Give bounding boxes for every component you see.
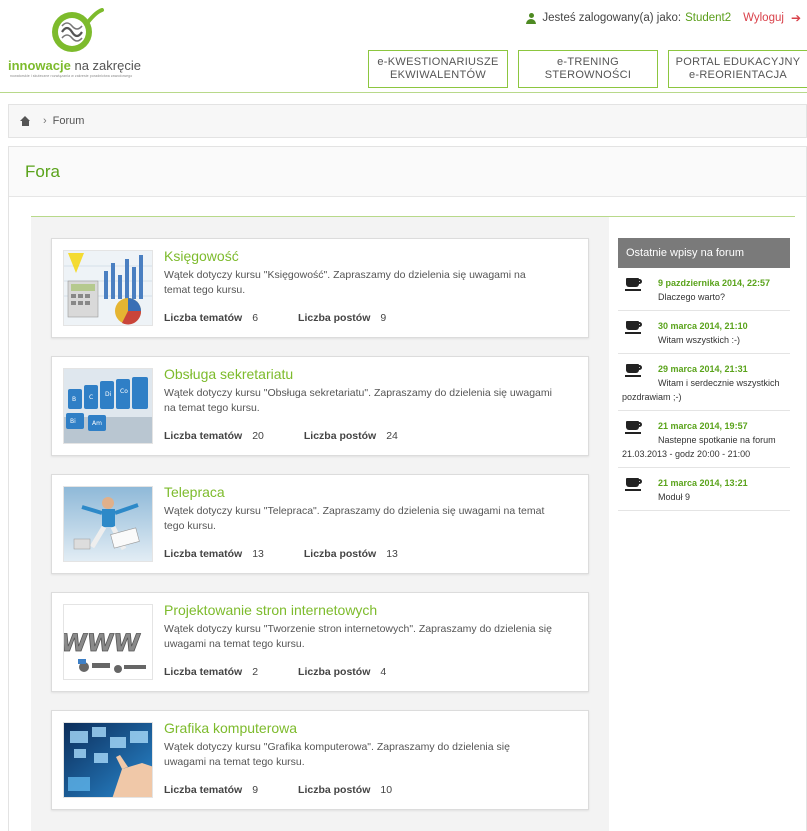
posts-label: Liczba postów (298, 666, 371, 678)
svg-text:C: C (89, 394, 93, 401)
recent-posts-sidebar: Ostatnie wpisy na forum 9 pazdziernika 2… (618, 238, 790, 511)
logo-mark-icon (52, 8, 104, 52)
svg-text:WWW: WWW (64, 629, 142, 657)
forum-thumbnail-projektowanie-stron[interactable]: WWW (63, 604, 153, 680)
recent-post-item[interactable]: 9 pazdziernika 2014, 22:57 Dlaczego wart… (618, 268, 790, 311)
post-text: Nastepne spotkanie na forum 21.03.2013 -… (622, 435, 776, 459)
main-panel: Fora Księgowość Wątek dotyczy kursu "Ksi… (8, 146, 807, 831)
breadcrumb: › Forum (8, 104, 807, 138)
posts-label: Liczba postów (303, 548, 377, 560)
home-icon[interactable] (19, 116, 31, 126)
post-text: Witam wszystkich :-) (658, 335, 740, 345)
breadcrumb-current: Forum (52, 115, 85, 127)
topics-count: 13 (252, 548, 264, 560)
posts-label: Liczba postów (298, 312, 371, 324)
topics-count: 9 (252, 784, 259, 796)
coffee-cup-icon (625, 321, 642, 335)
posts-label: Liczba postów (303, 430, 377, 442)
topics-label: Liczba tematów (164, 666, 243, 678)
posts-count: 24 (386, 430, 398, 442)
post-date[interactable]: 29 marca 2014, 21:31 (622, 362, 788, 376)
post-text: Witam i serdecznie wszystkich pozdrawiam… (622, 378, 780, 402)
forum-stats: Liczba tematów 13 Liczba postów 13 (164, 548, 398, 560)
forum-card-telepraca: Telepraca Wątek dotyczy kursu "Telepraca… (51, 474, 589, 574)
posts-count: 10 (380, 784, 393, 796)
coffee-cup-icon (625, 478, 642, 492)
post-date[interactable]: 30 marca 2014, 21:10 (622, 319, 788, 333)
posts-count: 4 (380, 666, 387, 678)
user-icon (526, 12, 537, 24)
panel-header: Fora (9, 147, 806, 197)
forum-card-obsluga-sekretariatu: B C Di Co Bi Am Obsługa sekretariatu Wątek do… (51, 356, 589, 456)
topics-label: Liczba tematów (164, 430, 243, 442)
forum-stats: Liczba tematów 2 Liczba postów 4 (164, 666, 386, 678)
logo-tagline: nowatorskie i skuteczne rozwiązania w za… (10, 74, 133, 78)
recent-post-item[interactable]: 29 marca 2014, 21:31 Witam i serdecznie … (618, 354, 790, 411)
svg-text:Am: Am (92, 420, 102, 427)
user-bar: Jesteś zalogowany(a) jako: Student2 Wylo… (526, 11, 801, 25)
forum-description: Wątek dotyczy kursu "Obsługa sekretariat… (164, 387, 552, 414)
user-name-link[interactable]: Student2 (685, 12, 731, 24)
forum-title-link[interactable]: Telepraca (164, 484, 225, 500)
header-divider (0, 92, 807, 93)
recent-post-item[interactable]: 21 marca 2014, 13:21 Moduł 9 (618, 468, 790, 511)
site-logo[interactable]: innowacje na zakręcie nowatorskie i skut… (8, 8, 148, 78)
forum-description: Wątek dotyczy kursu "Grafika komputerowa… (164, 741, 510, 768)
forum-description: Wątek dotyczy kursu "Telepraca". Zaprasz… (164, 505, 545, 532)
forum-thumbnail-ksiegowosc[interactable] (63, 250, 153, 326)
topics-count: 2 (252, 666, 259, 678)
svg-text:Di: Di (105, 391, 112, 398)
posts-count: 9 (380, 312, 387, 324)
sidebar-title: Ostatnie wpisy na forum (618, 238, 790, 268)
page-title: Fora (25, 162, 60, 181)
topics-count: 6 (252, 312, 259, 324)
topics-label: Liczba tematów (164, 548, 243, 560)
forum-thumbnail-obsluga-sekretariatu[interactable]: B C Di Co Bi Am (63, 368, 153, 444)
top-nav: e-KWESTIONARIUSZE EKWIWALENTÓW e-TRENING S… (368, 50, 807, 88)
svg-text:B: B (72, 396, 76, 403)
forum-card-projektowanie-stron: WWW Projektowanie stron internetowych Wą… (51, 592, 589, 692)
site-header: innowacje na zakręcie nowatorskie i skut… (0, 0, 807, 94)
breadcrumb-separator: › (43, 115, 47, 127)
posts-count: 13 (386, 548, 398, 560)
posts-label: Liczba postów (298, 784, 371, 796)
logo-text: innowacje na zakręcie (8, 58, 141, 73)
topics-count: 20 (252, 430, 264, 442)
recent-post-item[interactable]: 30 marca 2014, 21:10 Witam wszystkich :-… (618, 311, 790, 354)
post-text: Moduł 9 (658, 492, 691, 502)
coffee-cup-icon (625, 364, 642, 378)
forum-stats: Liczba tematów 20 Liczba postów 24 (164, 430, 398, 442)
forum-card-grafika-komputerowa: Grafika komputerowa Wątek dotyczy kursu … (51, 710, 589, 810)
coffee-cup-icon (625, 278, 642, 292)
forum-stats: Liczba tematów 6 Liczba postów 9 (164, 312, 386, 324)
forum-title-link[interactable]: Księgowość (164, 248, 239, 264)
topics-label: Liczba tematów (164, 784, 243, 796)
forum-description: Wątek dotyczy kursu "Księgowość". Zapras… (164, 269, 526, 296)
svg-text:Co: Co (120, 388, 128, 395)
nav-e-trening[interactable]: e-TRENING STEROWNOŚCI (518, 50, 658, 88)
forum-title-link[interactable]: Obsługa sekretariatu (164, 366, 293, 382)
logout-icon[interactable]: ➔ (791, 11, 801, 25)
forum-title-link[interactable]: Projektowanie stron internetowych (164, 602, 377, 618)
topics-label: Liczba tematów (164, 312, 243, 324)
nav-e-kwestionariusze[interactable]: e-KWESTIONARIUSZE EKWIWALENTÓW (368, 50, 508, 88)
svg-text:Bi: Bi (70, 418, 76, 425)
forum-stats: Liczba tematów 9 Liczba postów 10 (164, 784, 392, 796)
forum-thumbnail-telepraca[interactable] (63, 486, 153, 562)
recent-post-item[interactable]: 21 marca 2014, 19:57 Nastepne spotkanie … (618, 411, 790, 468)
logged-in-label: Jesteś zalogowany(a) jako: (542, 12, 682, 24)
forum-title-link[interactable]: Grafika komputerowa (164, 720, 297, 736)
logout-link[interactable]: Wyloguj (743, 12, 784, 24)
forum-thumbnail-grafika-komputerowa[interactable] (63, 722, 153, 798)
nav-portal-edukacyjny[interactable]: PORTAL EDUKACYJNY e-REORIENTACJA (668, 50, 807, 88)
post-text: Dlaczego warto? (658, 292, 726, 302)
coffee-cup-icon (625, 421, 642, 435)
forum-description: Wątek dotyczy kursu "Tworzenie stron int… (164, 623, 552, 650)
forum-card-ksiegowosc: Księgowość Wątek dotyczy kursu "Księgowo… (51, 238, 589, 338)
post-date[interactable]: 21 marca 2014, 13:21 (622, 476, 788, 490)
post-date[interactable]: 21 marca 2014, 19:57 (622, 419, 788, 433)
post-date[interactable]: 9 pazdziernika 2014, 22:57 (622, 276, 788, 290)
